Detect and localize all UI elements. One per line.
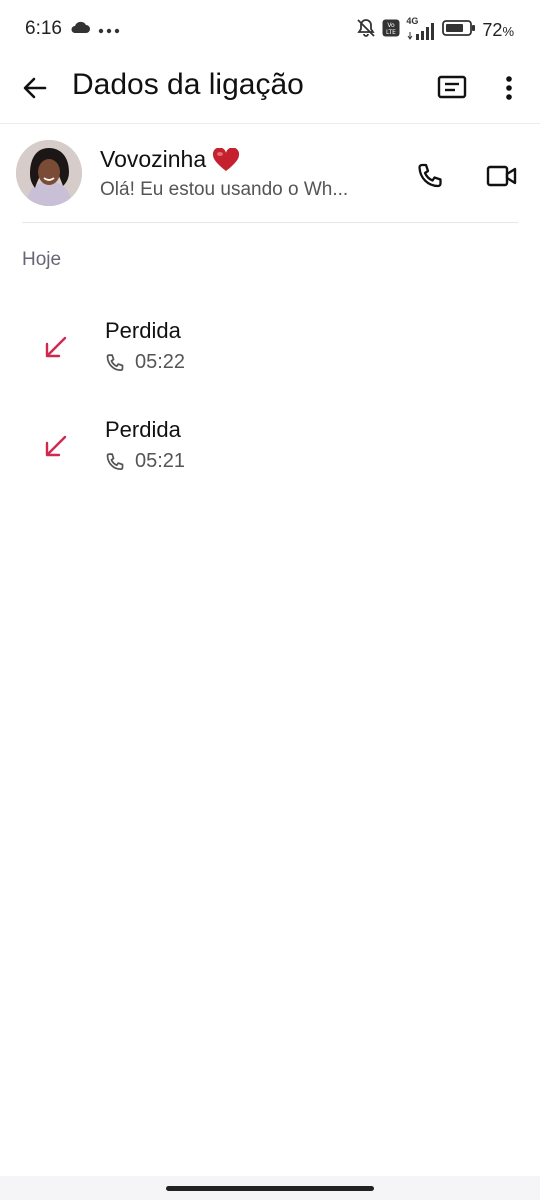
more-vertical-icon xyxy=(506,76,512,100)
contact-name: Vovozinha xyxy=(100,146,207,172)
volte-icon: Vo LTE xyxy=(382,19,400,42)
phone-icon xyxy=(106,452,124,470)
video-call-button[interactable] xyxy=(484,158,520,194)
call-type: Perdida xyxy=(105,318,181,343)
call-log-entry: Perdida 05:21 xyxy=(0,404,540,484)
page-title: Dados da ligação xyxy=(72,68,304,101)
status-bar: 6:16 Vo LTE 4G 72% xyxy=(0,0,540,60)
status-left-icons xyxy=(70,20,120,39)
more-notifications-icon xyxy=(98,21,120,39)
more-options-button[interactable] xyxy=(496,70,522,106)
call-log-entry: Perdida 05:22 xyxy=(0,305,540,385)
network-type-label: 4G xyxy=(406,15,419,26)
section-label-today: Hoje xyxy=(22,249,62,270)
call-time-wrap: 05:22 xyxy=(105,351,185,374)
silent-bell-icon xyxy=(356,18,376,43)
divider xyxy=(22,222,518,223)
cloud-icon xyxy=(70,20,90,39)
heart-icon xyxy=(213,147,240,171)
avatar[interactable] xyxy=(16,140,82,206)
call-time: 05:22 xyxy=(135,351,186,373)
message-button[interactable] xyxy=(434,70,470,106)
battery-unit: % xyxy=(502,24,514,39)
missed-call-arrow-icon xyxy=(45,435,67,457)
contact-row[interactable]: Vovozinha Olá! Eu estou usando o Wh... xyxy=(0,130,540,220)
video-camera-icon xyxy=(486,165,517,187)
call-type: Perdida xyxy=(105,417,181,442)
status-right-icons: Vo LTE 4G 72% xyxy=(356,16,514,43)
missed-call-arrow-icon xyxy=(45,336,67,358)
battery-percent: 72% xyxy=(482,20,514,41)
signal-icon: 4G xyxy=(406,16,436,40)
app-bar: Dados da ligação xyxy=(0,60,540,122)
battery-value: 72 xyxy=(482,20,503,40)
home-indicator[interactable] xyxy=(166,1186,374,1191)
svg-text:Vo: Vo xyxy=(388,22,396,29)
svg-text:LTE: LTE xyxy=(386,29,396,36)
divider xyxy=(0,123,540,124)
contact-name-wrap: Vovozinha xyxy=(100,146,240,173)
avatar-photo xyxy=(16,140,82,206)
phone-icon xyxy=(418,163,442,188)
arrow-left-icon xyxy=(23,77,47,99)
contact-status: Olá! Eu estou usando o Wh... xyxy=(100,179,349,200)
back-button[interactable] xyxy=(18,71,52,105)
status-time: 6:16 xyxy=(25,18,62,39)
battery-icon xyxy=(442,19,476,42)
call-time: 05:21 xyxy=(135,450,186,472)
call-time-wrap: 05:21 xyxy=(105,450,185,473)
phone-icon xyxy=(106,353,124,371)
message-icon xyxy=(437,75,467,99)
voice-call-button[interactable] xyxy=(412,158,448,194)
